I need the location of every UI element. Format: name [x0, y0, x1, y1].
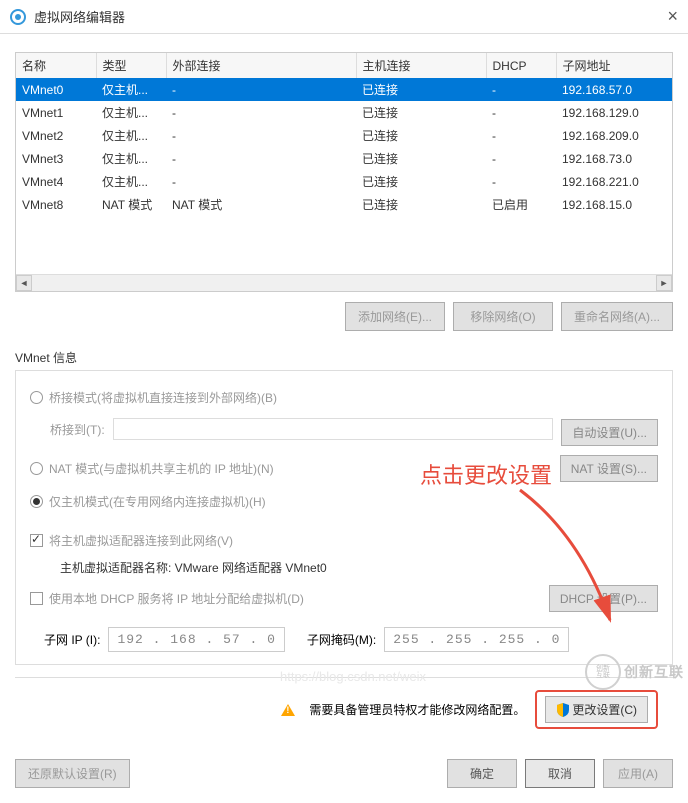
- nat-settings-button[interactable]: NAT 设置(S)...: [560, 455, 658, 482]
- cell-name: VMnet1: [16, 101, 96, 124]
- table-row[interactable]: VMnet3仅主机...-已连接-192.168.73.0: [16, 147, 672, 170]
- change-settings-label: 更改设置(C): [572, 701, 637, 718]
- nat-mode-label: NAT 模式(与虚拟机共享主机的 IP 地址)(N): [49, 460, 274, 477]
- cell-name: VMnet8: [16, 193, 96, 216]
- cancel-button[interactable]: 取消: [525, 759, 595, 788]
- use-dhcp-label: 使用本地 DHCP 服务将 IP 地址分配给虚拟机(D): [49, 590, 304, 607]
- cell-dhcp: -: [486, 101, 556, 124]
- cell-dhcp: 已启用: [486, 193, 556, 216]
- cell-host: 已连接: [356, 101, 486, 124]
- col-type[interactable]: 类型: [96, 53, 166, 78]
- cell-type: 仅主机...: [96, 101, 166, 124]
- logo-watermark: 创新互联 创新互联: [585, 654, 684, 690]
- remove-network-button[interactable]: 移除网络(O): [453, 302, 553, 331]
- cell-name: VMnet3: [16, 147, 96, 170]
- connect-adapter-checkbox: [30, 534, 43, 547]
- scroll-right-icon[interactable]: ►: [656, 275, 672, 291]
- cell-ext: -: [166, 147, 356, 170]
- vmnet-info-title: VMnet 信息: [15, 349, 673, 366]
- bridge-to-label: 桥接到(T):: [50, 421, 105, 438]
- app-icon: [10, 9, 26, 25]
- cell-ext: -: [166, 101, 356, 124]
- cell-type: 仅主机...: [96, 170, 166, 193]
- shield-icon: [556, 703, 570, 717]
- cell-name: VMnet2: [16, 124, 96, 147]
- cell-name: VMnet0: [16, 78, 96, 101]
- cell-host: 已连接: [356, 124, 486, 147]
- horizontal-scrollbar[interactable]: ◄ ►: [16, 274, 672, 291]
- cell-subnet: 192.168.57.0: [556, 78, 672, 101]
- cell-ext: -: [166, 170, 356, 193]
- cell-subnet: 192.168.221.0: [556, 170, 672, 193]
- host-only-radio: [30, 495, 43, 508]
- table-header-row: 名称 类型 外部连接 主机连接 DHCP 子网地址: [16, 53, 672, 78]
- bridge-mode-radio: [30, 391, 43, 404]
- cell-type: 仅主机...: [96, 78, 166, 101]
- cell-dhcp: -: [486, 147, 556, 170]
- cell-ext: -: [166, 124, 356, 147]
- adapter-name-label: 主机虚拟适配器名称: VMware 网络适配器 VMnet0: [30, 555, 658, 576]
- cell-type: 仅主机...: [96, 147, 166, 170]
- host-only-label: 仅主机模式(在专用网络内连接虚拟机)(H): [49, 493, 266, 510]
- cell-subnet: 192.168.15.0: [556, 193, 672, 216]
- use-dhcp-checkbox: [30, 592, 43, 605]
- cell-host: 已连接: [356, 147, 486, 170]
- window-title: 虚拟网络编辑器: [34, 7, 125, 26]
- col-dhcp[interactable]: DHCP: [486, 53, 556, 78]
- rename-network-button[interactable]: 重命名网络(A)...: [561, 302, 673, 331]
- subnet-mask-label: 子网掩码(M):: [307, 631, 376, 648]
- restore-defaults-button[interactable]: 还原默认设置(R): [15, 759, 130, 788]
- bridge-mode-label: 桥接模式(将虚拟机直接连接到外部网络)(B): [49, 389, 277, 406]
- nat-mode-radio: [30, 462, 43, 475]
- logo-icon: 创新互联: [585, 654, 621, 690]
- subnet-mask-field: 255 . 255 . 255 . 0: [384, 627, 569, 652]
- close-icon[interactable]: ×: [667, 6, 678, 27]
- cell-host: 已连接: [356, 193, 486, 216]
- table-row[interactable]: VMnet4仅主机...-已连接-192.168.221.0: [16, 170, 672, 193]
- warning-icon: [281, 704, 295, 716]
- col-name[interactable]: 名称: [16, 53, 96, 78]
- change-settings-button[interactable]: 更改设置(C): [545, 696, 648, 723]
- bridge-to-dropdown: [113, 418, 554, 440]
- titlebar: 虚拟网络编辑器 ×: [0, 0, 688, 34]
- cell-host: 已连接: [356, 78, 486, 101]
- cell-type: NAT 模式: [96, 193, 166, 216]
- subnet-ip-field: 192 . 168 . 57 . 0: [108, 627, 284, 652]
- cell-dhcp: -: [486, 170, 556, 193]
- add-network-button[interactable]: 添加网络(E)...: [345, 302, 445, 331]
- subnet-ip-label: 子网 IP (I):: [44, 631, 100, 648]
- col-external[interactable]: 外部连接: [166, 53, 356, 78]
- col-subnet[interactable]: 子网地址: [556, 53, 672, 78]
- cell-subnet: 192.168.129.0: [556, 101, 672, 124]
- cell-ext: NAT 模式: [166, 193, 356, 216]
- cell-host: 已连接: [356, 170, 486, 193]
- annotation-text: 点击更改设置: [420, 458, 552, 490]
- cell-name: VMnet4: [16, 170, 96, 193]
- cell-dhcp: -: [486, 124, 556, 147]
- cell-dhcp: -: [486, 78, 556, 101]
- col-host[interactable]: 主机连接: [356, 53, 486, 78]
- vmnet-info-panel: 桥接模式(将虚拟机直接连接到外部网络)(B) 桥接到(T): 自动设置(U)..…: [15, 370, 673, 665]
- admin-warning-text: 需要具备管理员特权才能修改网络配置。: [309, 701, 525, 718]
- connect-adapter-label: 将主机虚拟适配器连接到此网络(V): [49, 532, 233, 549]
- url-watermark: https://blog.csdn.net/weix: [280, 669, 426, 684]
- table-row[interactable]: VMnet8NAT 模式NAT 模式已连接已启用192.168.15.0: [16, 193, 672, 216]
- apply-button[interactable]: 应用(A): [603, 759, 673, 788]
- table-row[interactable]: VMnet2仅主机...-已连接-192.168.209.0: [16, 124, 672, 147]
- cell-ext: -: [166, 78, 356, 101]
- table-row[interactable]: VMnet1仅主机...-已连接-192.168.129.0: [16, 101, 672, 124]
- cell-subnet: 192.168.209.0: [556, 124, 672, 147]
- ok-button[interactable]: 确定: [447, 759, 517, 788]
- network-table[interactable]: 名称 类型 外部连接 主机连接 DHCP 子网地址 VMnet0仅主机...-已…: [16, 53, 672, 274]
- table-row[interactable]: VMnet0仅主机...-已连接-192.168.57.0: [16, 78, 672, 101]
- auto-settings-button[interactable]: 自动设置(U)...: [561, 419, 658, 446]
- cell-subnet: 192.168.73.0: [556, 147, 672, 170]
- scroll-left-icon[interactable]: ◄: [16, 275, 32, 291]
- dhcp-settings-button[interactable]: DHCP 设置(P)...: [549, 585, 658, 612]
- network-table-container: 名称 类型 外部连接 主机连接 DHCP 子网地址 VMnet0仅主机...-已…: [15, 52, 673, 292]
- logo-text: 创新互联: [624, 662, 684, 682]
- cell-type: 仅主机...: [96, 124, 166, 147]
